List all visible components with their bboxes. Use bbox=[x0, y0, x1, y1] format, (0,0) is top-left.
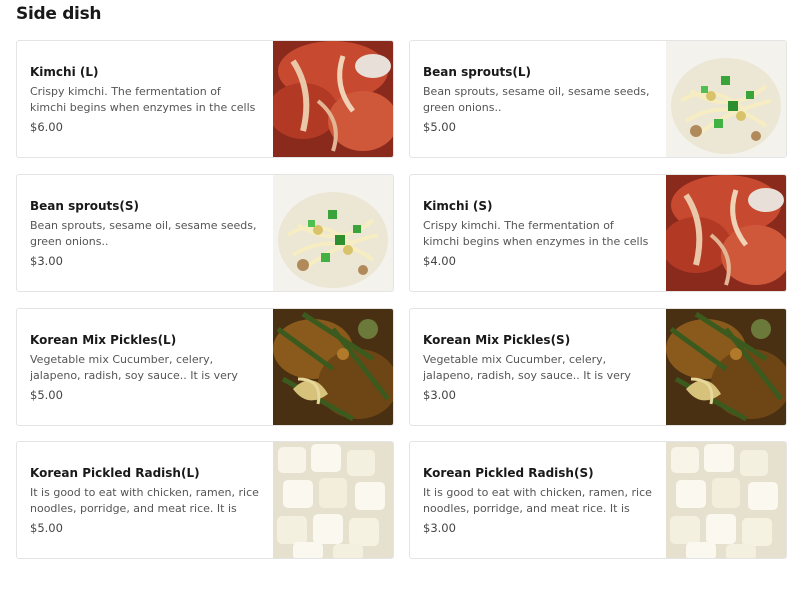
item-description: Vegetable mix Cucumber, celery, jalapeno… bbox=[30, 353, 238, 382]
item-name: Korean Mix Pickles(S) bbox=[423, 333, 571, 347]
item-description: It is good to eat with chicken, ramen, r… bbox=[30, 486, 259, 515]
item-name: Korean Pickled Radish(L) bbox=[30, 466, 200, 480]
bean-sprouts-photo bbox=[273, 175, 393, 291]
section-title: Side dish bbox=[16, 4, 102, 24]
mix-pickles-photo bbox=[273, 309, 393, 425]
item-price: $5.00 bbox=[30, 521, 63, 535]
menu-item-card[interactable]: Korean Pickled Radish(L) It is good to e… bbox=[16, 441, 394, 559]
kimchi-photo bbox=[273, 41, 393, 157]
item-name: Korean Pickled Radish(S) bbox=[423, 466, 594, 480]
item-name: Kimchi (L) bbox=[30, 65, 99, 79]
menu-item-card[interactable]: Korean Mix Pickles(L) Vegetable mix Cucu… bbox=[16, 308, 394, 426]
item-description: Crispy kimchi. The fermentation of kimch… bbox=[30, 85, 256, 114]
menu-item-card[interactable]: Bean sprouts(S) Bean sprouts, sesame oil… bbox=[16, 174, 394, 292]
item-price: $5.00 bbox=[30, 388, 63, 402]
item-description: Bean sprouts, sesame oil, sesame seeds, … bbox=[30, 219, 257, 248]
item-price: $3.00 bbox=[423, 521, 456, 535]
item-price: $6.00 bbox=[30, 120, 63, 134]
item-name: Bean sprouts(S) bbox=[30, 199, 140, 213]
item-price: $5.00 bbox=[423, 120, 456, 134]
menu-item-card[interactable]: Kimchi (L) Crispy kimchi. The fermentati… bbox=[16, 40, 394, 158]
item-name: Korean Mix Pickles(L) bbox=[30, 333, 177, 347]
pickled-radish-photo bbox=[273, 442, 393, 558]
item-price: $3.00 bbox=[30, 254, 63, 268]
item-description: It is good to eat with chicken, ramen, r… bbox=[423, 486, 652, 515]
item-description: Vegetable mix Cucumber, celery, jalapeno… bbox=[423, 353, 631, 382]
bean-sprouts-photo bbox=[666, 41, 786, 157]
mix-pickles-photo bbox=[666, 309, 786, 425]
menu-item-card[interactable]: Kimchi (S) Crispy kimchi. The fermentati… bbox=[409, 174, 787, 292]
menu-item-card[interactable]: Korean Pickled Radish(S) It is good to e… bbox=[409, 441, 787, 559]
pickled-radish-photo bbox=[666, 442, 786, 558]
menu-item-card[interactable]: Bean sprouts(L) Bean sprouts, sesame oil… bbox=[409, 40, 787, 158]
item-price: $3.00 bbox=[423, 388, 456, 402]
kimchi-photo bbox=[666, 175, 786, 291]
item-name: Kimchi (S) bbox=[423, 199, 493, 213]
item-description: Crispy kimchi. The fermentation of kimch… bbox=[423, 219, 649, 248]
menu-item-card[interactable]: Korean Mix Pickles(S) Vegetable mix Cucu… bbox=[409, 308, 787, 426]
item-name: Bean sprouts(L) bbox=[423, 65, 532, 79]
item-description: Bean sprouts, sesame oil, sesame seeds, … bbox=[423, 85, 650, 114]
item-price: $4.00 bbox=[423, 254, 456, 268]
